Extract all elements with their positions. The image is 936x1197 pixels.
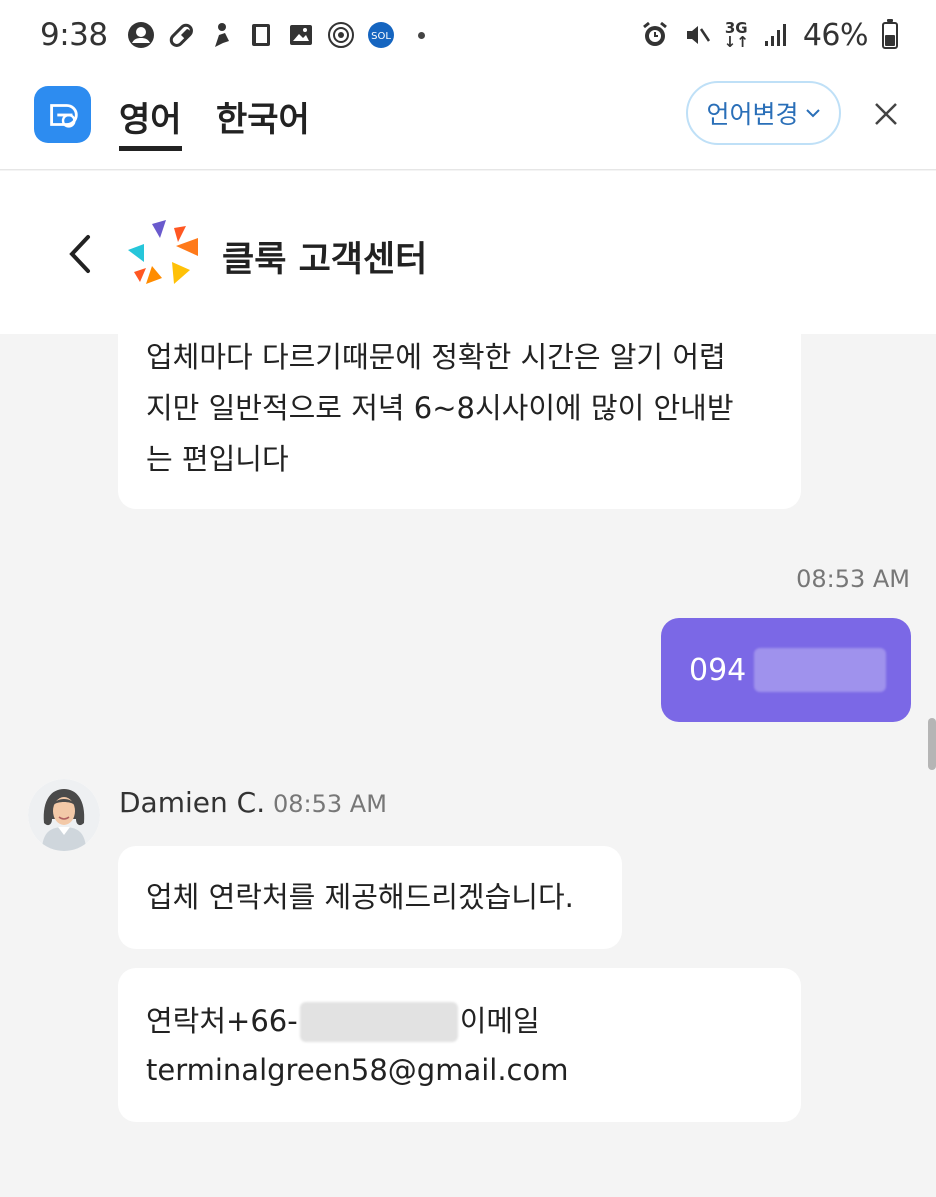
status-right: 3G ↓↑ 46% xyxy=(640,18,898,53)
user-message-time: 08:53 AM xyxy=(796,565,910,593)
pill-icon xyxy=(166,20,196,50)
badge-icon xyxy=(326,20,356,50)
agent-name: Damien C. xyxy=(119,786,266,819)
user-message-text: 094 xyxy=(689,652,747,688)
contact-line: 연락처+66- 이메일 xyxy=(146,996,540,1047)
figure-icon xyxy=(206,20,236,50)
change-language-button[interactable]: 언어변경 xyxy=(686,81,841,145)
book-icon xyxy=(246,20,276,50)
close-button[interactable] xyxy=(866,94,906,134)
message-text: 업체마다 다르기때문에 정확한 시간은 알기 어렵 지만 일반적으로 저녁 6~… xyxy=(146,332,781,485)
user-message-bubble: 094 xyxy=(661,618,911,722)
more-notifications-dot xyxy=(417,31,425,39)
battery-fill xyxy=(885,34,895,46)
message-line: 지만 일반적으로 저녁 6~8시사이에 많이 안내받 xyxy=(146,391,734,425)
tab-target-language[interactable]: 한국어 xyxy=(216,92,310,141)
translate-bar: 영어 한국어 언어변경 xyxy=(0,70,936,170)
redacted-phone xyxy=(299,1001,458,1042)
redacted-block xyxy=(754,648,887,692)
translator-logo-icon xyxy=(49,103,78,128)
network-3g-icon: 3G ↓↑ xyxy=(723,19,749,51)
status-left: 9:38 SOL xyxy=(40,17,425,53)
svg-text:SOL: SOL xyxy=(371,31,391,42)
gallery-icon xyxy=(286,20,316,50)
close-icon xyxy=(875,103,897,125)
status-bar: 9:38 SOL 3G ↓↑ 46% xyxy=(0,0,936,70)
change-language-label: 언어변경 xyxy=(706,100,799,129)
chat-title: 클룩 고객센터 xyxy=(222,240,428,280)
message-line: 업체마다 다르기때문에 정확한 시간은 알기 어렵 xyxy=(146,340,726,374)
alarm-icon xyxy=(640,20,670,50)
account-icon xyxy=(126,20,156,50)
agent-avatar-icon xyxy=(28,779,100,851)
agent-avatar xyxy=(28,779,100,851)
agent-message-bubble: 연락처+66- 이메일 terminalgreen58@gmail.com xyxy=(118,968,801,1122)
agent-message-bubble: 업체 연락처를 제공해드리겠습니다. xyxy=(118,846,622,949)
super-sol-app-icon: SOL xyxy=(366,20,396,50)
network-label: 3G xyxy=(724,19,748,37)
agent-message-bubble: 업체마다 다르기때문에 정확한 시간은 알기 어렵 지만 일반적으로 저녁 6~… xyxy=(118,334,801,509)
message-line: 는 편입니다 xyxy=(146,442,289,476)
status-time: 9:38 xyxy=(40,17,108,53)
signal-icon xyxy=(761,20,791,50)
klook-logo-icon xyxy=(128,220,198,284)
agent-message-time: 08:53 AM xyxy=(273,790,387,818)
contact-prefix: 연락처+66- xyxy=(146,1004,298,1038)
chat-header: 클룩 고객센터 xyxy=(0,171,936,334)
contact-suffix: 이메일 xyxy=(459,1004,540,1038)
back-arrow-icon xyxy=(69,235,90,273)
scrollbar-thumb[interactable] xyxy=(928,718,936,770)
translator-app-logo xyxy=(34,86,91,143)
chevron-down-icon xyxy=(805,109,820,118)
message-text: 업체 연락처를 제공해드리겠습니다. xyxy=(146,880,574,914)
contact-email[interactable]: terminalgreen58@gmail.com xyxy=(146,1045,569,1096)
battery-icon xyxy=(882,18,898,49)
mute-icon xyxy=(682,20,712,50)
back-button[interactable] xyxy=(60,231,100,277)
tab-source-language[interactable]: 영어 xyxy=(119,92,182,151)
battery-percent: 46% xyxy=(802,17,869,53)
